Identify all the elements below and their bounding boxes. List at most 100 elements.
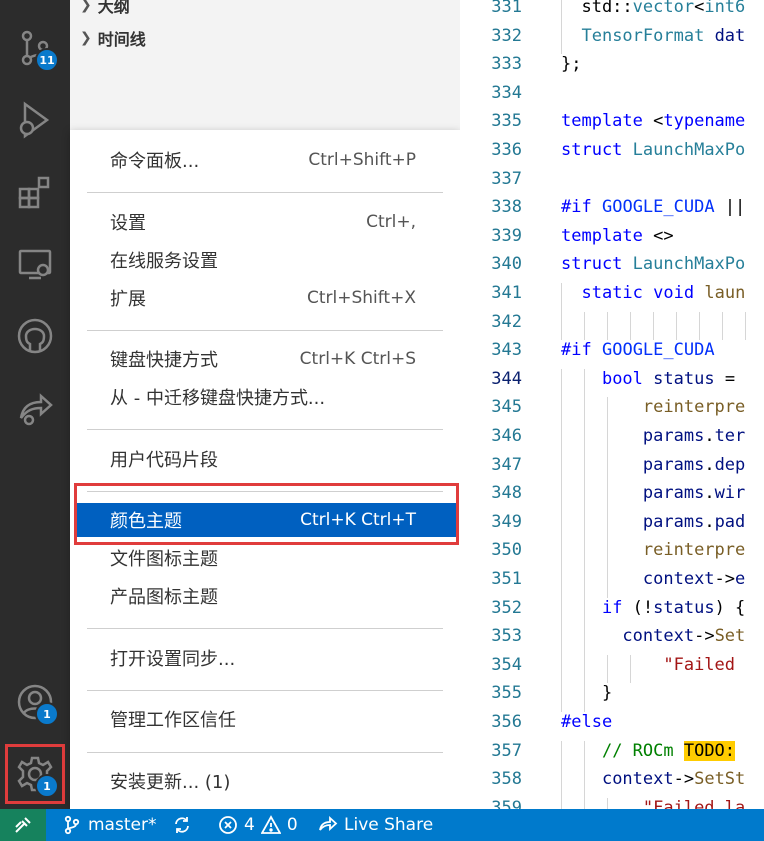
indent-guide: [745, 311, 746, 341]
code-line[interactable]: 346 params.ter: [460, 426, 764, 455]
code-text: "Failed la: [642, 797, 746, 809]
timeline-section[interactable]: ❯ 时间线: [80, 26, 146, 50]
code-text: TensorFormat dat: [581, 25, 746, 46]
code-line[interactable]: 359 "Failed la: [460, 797, 764, 809]
source-control-icon[interactable]: 11: [11, 24, 59, 72]
code-text: template <>: [561, 225, 674, 246]
line-number: 349: [491, 511, 522, 532]
menu-item-extensions[interactable]: 扩展 Ctrl+Shift+X: [74, 281, 456, 315]
menu-item-file-icon-theme[interactable]: 文件图标主题: [74, 541, 456, 575]
code-line[interactable]: 341 static void laun: [460, 283, 764, 312]
code-line[interactable]: 336 struct LaunchMaxPo: [460, 140, 764, 169]
code-text: }: [561, 683, 613, 704]
menu-item-workspace-trust[interactable]: 管理工作区信任: [74, 702, 456, 736]
line-number: 359: [491, 797, 522, 809]
code-line[interactable]: 349 params.pad: [460, 511, 764, 541]
code-line[interactable]: 344 bool status =: [460, 368, 764, 398]
code-line[interactable]: 342: [460, 311, 764, 341]
code-line[interactable]: 338 #if GOOGLE_CUDA ||: [460, 197, 764, 226]
sync-button[interactable]: [172, 809, 192, 841]
code-text: "Failed: [663, 654, 736, 675]
menu-item-settings[interactable]: 设置 Ctrl+,: [74, 205, 456, 239]
accounts-icon[interactable]: 1: [11, 678, 59, 726]
code-text: context->e: [642, 569, 746, 589]
code-line[interactable]: 348 params.wir: [460, 483, 764, 512]
line-number: 342: [491, 311, 522, 332]
code-line[interactable]: 337: [460, 169, 764, 198]
warning-icon: [260, 815, 281, 834]
branch-indicator[interactable]: master*: [62, 809, 156, 841]
branch-name: master*: [88, 815, 157, 835]
code-editor[interactable]: 331 std::vector<int6 332 TensorFormat dat…: [460, 0, 764, 809]
remote-indicator[interactable]: [0, 809, 46, 841]
line-number: 332: [491, 25, 522, 46]
code-text: context->Set: [622, 626, 746, 647]
color-theme-highlight-box: [74, 483, 459, 545]
line-number: 337: [491, 168, 522, 189]
code-line[interactable]: 347 params.dep: [460, 454, 764, 484]
code-text: context->SetSt: [601, 769, 746, 790]
menu-item-label: 键盘快捷方式: [110, 350, 218, 371]
remote-explorer-icon[interactable]: [11, 240, 59, 288]
code-line[interactable]: 339 template <>: [460, 226, 764, 255]
menu-item-keyboard-shortcuts[interactable]: 键盘快捷方式 Ctrl+K Ctrl+S: [74, 342, 456, 376]
code-line[interactable]: 334: [460, 83, 764, 112]
code-line[interactable]: 351 context->e: [460, 569, 764, 598]
code-line[interactable]: 335 template <typename: [460, 111, 764, 140]
line-number: 346: [491, 426, 522, 446]
code-text: #else: [561, 712, 613, 732]
line-number: 334: [491, 82, 522, 103]
menu-item-user-snippets[interactable]: 用户代码片段: [74, 442, 456, 476]
code-line[interactable]: 332 TensorFormat dat: [460, 25, 764, 55]
code-line[interactable]: 340 struct LaunchMaxPo: [460, 254, 764, 283]
indent-guide: [561, 311, 562, 341]
line-number: 355: [491, 683, 522, 704]
code-line[interactable]: 358 context->SetSt: [460, 769, 764, 798]
code-text: std::vector<int6: [561, 0, 746, 17]
menu-separator: [87, 628, 443, 629]
menu-item-label: 在线服务设置: [110, 251, 218, 272]
manage-context-menu: 命令面板... Ctrl+Shift+P 设置 Ctrl+, 在线服务设置 扩展…: [70, 130, 460, 810]
code-text: params.wir: [642, 483, 746, 504]
code-line[interactable]: 357 // ROCm TODO:: [460, 740, 764, 770]
live-share-status[interactable]: Live Share: [318, 809, 433, 841]
code-line[interactable]: 350 reinterpre: [460, 540, 764, 569]
line-number: 351: [491, 569, 522, 589]
code-line[interactable]: 354 "Failed: [460, 654, 764, 684]
code-line[interactable]: 345 reinterpre: [460, 397, 764, 426]
line-number: 335: [491, 111, 522, 132]
line-number: 341: [491, 283, 522, 303]
menu-item-install-update[interactable]: 安装更新... (1): [74, 764, 456, 798]
menu-item-migrate-keymaps[interactable]: 从 - 中迁移键盘快捷方式...: [74, 380, 456, 414]
line-number: 336: [491, 140, 522, 160]
line-number: 344: [491, 368, 522, 389]
code-line[interactable]: 353 context->Set: [460, 626, 764, 655]
code-text: #if GOOGLE_CUDA ||: [561, 197, 746, 218]
live-share-icon[interactable]: [11, 384, 59, 432]
menu-item-command-palette[interactable]: 命令面板... Ctrl+Shift+P: [74, 143, 456, 177]
code-text: #if GOOGLE_CUDA: [561, 340, 715, 361]
run-debug-icon[interactable]: [11, 96, 59, 144]
code-line[interactable]: 352 if (!status) {: [460, 597, 764, 627]
code-text: reinterpre: [642, 397, 746, 418]
remote-icon: [15, 817, 31, 833]
code-line[interactable]: 343 #if GOOGLE_CUDA: [460, 340, 764, 369]
line-number: 338: [491, 197, 522, 218]
github-icon[interactable]: [11, 312, 59, 360]
chevron-right-icon: ❯: [80, 30, 92, 46]
code-text: template <typename: [561, 111, 746, 132]
code-line[interactable]: 331 std::vector<int6: [460, 0, 764, 26]
sync-icon: [175, 817, 189, 833]
problems-indicator[interactable]: 4 0: [218, 809, 298, 841]
code-line[interactable]: 333};: [460, 54, 764, 83]
code-line[interactable]: 355 }: [460, 683, 764, 712]
menu-item-shortcut: Ctrl+K Ctrl+S: [299, 349, 416, 369]
menu-item-label: 从 - 中迁移键盘快捷方式...: [110, 388, 326, 409]
menu-item-online-services[interactable]: 在线服务设置: [74, 243, 456, 277]
outline-section[interactable]: ❯ 大纲: [80, 0, 130, 17]
extensions-icon[interactable]: [11, 168, 59, 216]
menu-item-settings-sync[interactable]: 打开设置同步...: [74, 641, 456, 675]
code-line[interactable]: 356 #else: [460, 712, 764, 741]
menu-item-product-icon-theme[interactable]: 产品图标主题: [74, 579, 456, 613]
menu-item-label: 扩展: [110, 289, 146, 310]
